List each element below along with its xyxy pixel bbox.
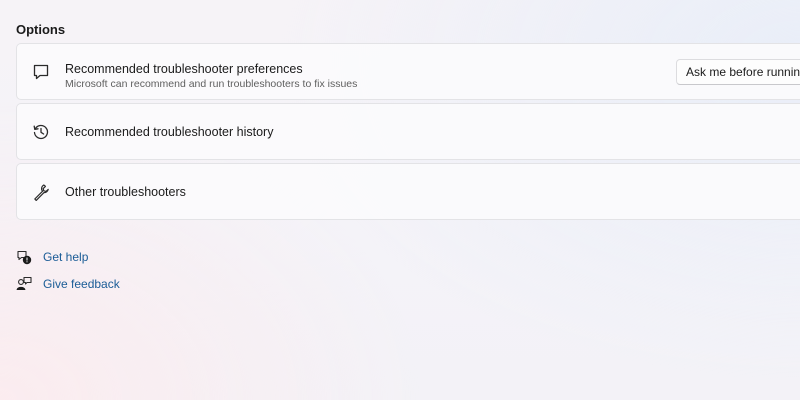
card-title: Recommended troubleshooter preferences xyxy=(65,62,303,76)
history-icon xyxy=(31,122,51,142)
get-help-label[interactable]: Get help xyxy=(43,250,88,264)
feedback-icon xyxy=(16,276,32,292)
give-feedback-link[interactable]: Give feedback xyxy=(16,275,120,293)
card-title: Recommended troubleshooter history xyxy=(65,124,274,139)
card-other-troubleshooters[interactable]: Other troubleshooters xyxy=(16,163,800,220)
troubleshooter-preference-dropdown[interactable]: Ask me before running xyxy=(676,59,800,85)
get-help-link[interactable]: Get help xyxy=(16,248,88,266)
wrench-icon xyxy=(31,182,51,202)
get-help-icon xyxy=(16,249,32,265)
card-subtitle: Microsoft can recommend and run troubles… xyxy=(65,78,358,90)
card-troubleshooter-history[interactable]: Recommended troubleshooter history xyxy=(16,103,800,160)
section-title-options: Options xyxy=(16,22,66,37)
give-feedback-label[interactable]: Give feedback xyxy=(43,277,120,291)
chat-bubble-icon xyxy=(31,62,51,82)
card-title: Other troubleshooters xyxy=(65,184,186,199)
card-troubleshooter-preferences: Recommended troubleshooter preferences M… xyxy=(16,43,800,100)
